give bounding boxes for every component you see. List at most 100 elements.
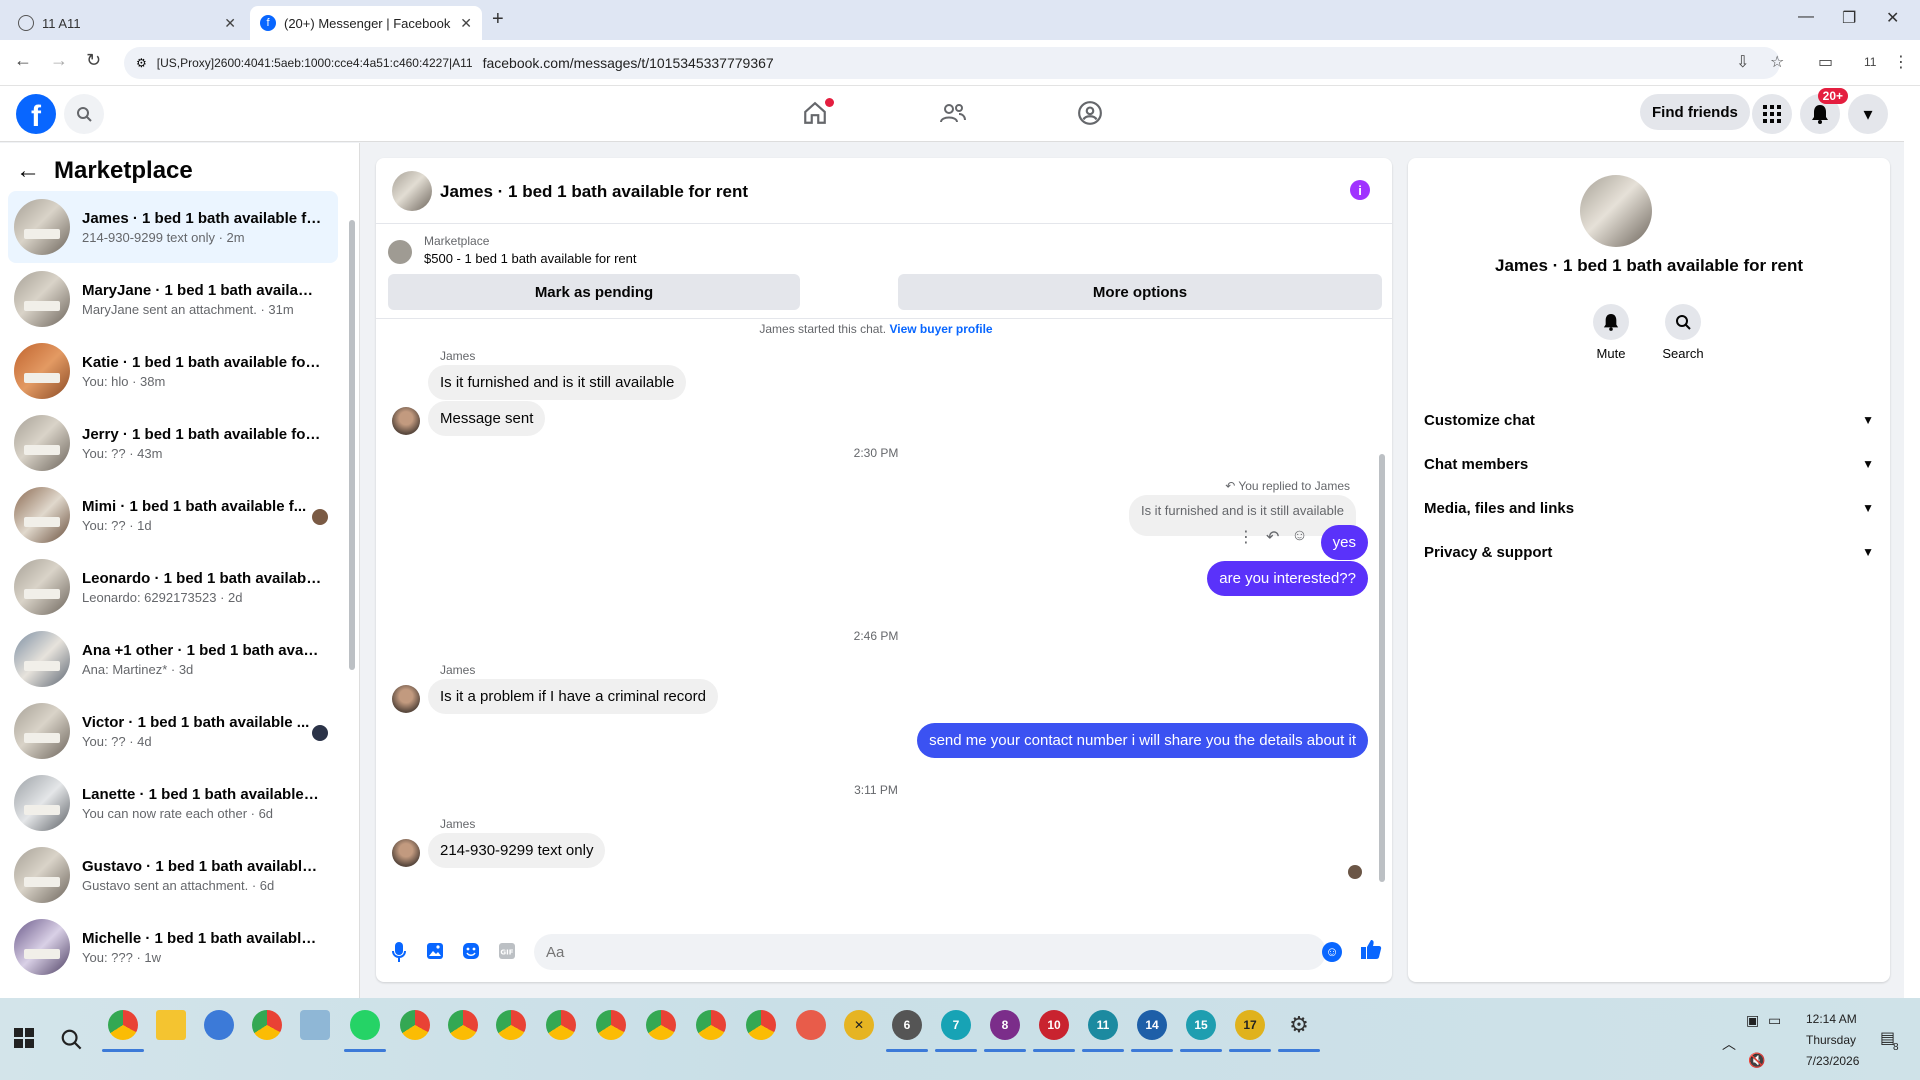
chat-scrollbar[interactable]: [1378, 324, 1386, 904]
close-tab-icon[interactable]: ✕: [460, 15, 472, 32]
app-icon[interactable]: ✕: [844, 1010, 874, 1040]
more-options-button[interactable]: More options: [898, 274, 1382, 310]
privacy-support-section[interactable]: Privacy & support ▼: [1424, 532, 1874, 572]
view-buyer-profile-link[interactable]: View buyer profile: [889, 322, 992, 336]
friends-icon[interactable]: [938, 100, 968, 128]
message-input[interactable]: [534, 934, 1326, 970]
media-files-links-section[interactable]: Media, files and links ▼: [1424, 488, 1874, 528]
file-explorer-icon[interactable]: [156, 1010, 186, 1040]
forward-icon[interactable]: →: [50, 50, 68, 71]
conversation-item[interactable]: MaryJane · 1 bed 1 bath availabl... MaryJ…: [8, 263, 338, 335]
sidebar-scrollbar[interactable]: [348, 198, 356, 958]
new-tab-icon[interactable]: +: [492, 8, 504, 31]
chrome-icon[interactable]: [596, 1010, 626, 1040]
react-emoji-icon[interactable]: ☺: [1291, 527, 1307, 547]
conversation-item[interactable]: Leonardo · 1 bed 1 bath availabl... Leona…: [8, 551, 338, 623]
microphone-icon[interactable]: [388, 942, 410, 964]
scrollbar-thumb[interactable]: [349, 220, 355, 670]
conversation-item[interactable]: Katie · 1 bed 1 bath available for ... Yo…: [8, 335, 338, 407]
tab-search-icon[interactable]: ▭: [1818, 52, 1833, 72]
facebook-logo-icon[interactable]: f: [16, 94, 56, 134]
menu-grid-icon[interactable]: [1752, 94, 1792, 134]
avatar[interactable]: [392, 171, 432, 211]
browser-tab-1[interactable]: 11 A11 ✕: [8, 6, 246, 40]
app-icon[interactable]: [300, 1010, 330, 1040]
conversation-item[interactable]: Jerry · 1 bed 1 bath available for ... Yo…: [8, 407, 338, 479]
network-icon[interactable]: ▭: [1768, 1012, 1781, 1029]
chrome-profile-15-icon[interactable]: 15: [1180, 1010, 1222, 1052]
chrome-icon[interactable]: [252, 1010, 282, 1040]
message-bubble[interactable]: Message sent: [428, 401, 546, 436]
windows-start-icon[interactable]: [14, 1028, 34, 1054]
browser-tab-2[interactable]: f (20+) Messenger | Facebook ✕: [250, 6, 482, 40]
thumbs-up-icon[interactable]: [1360, 938, 1382, 966]
chrome-icon[interactable]: [696, 1010, 726, 1040]
reply-icon[interactable]: ↶: [1266, 527, 1279, 547]
sticker-icon[interactable]: [460, 942, 482, 964]
minimize-icon[interactable]: —: [1798, 8, 1814, 26]
reload-icon[interactable]: ↻: [86, 50, 101, 71]
chrome-profile-11-icon[interactable]: 11: [1082, 1010, 1124, 1052]
conversation-item[interactable]: Ana +1 other · 1 bed 1 bath avail... Ana:…: [8, 623, 338, 695]
restore-icon[interactable]: ❐: [1842, 8, 1856, 28]
mute-button[interactable]: Mute: [1576, 304, 1646, 361]
chrome-icon[interactable]: [646, 1010, 676, 1040]
speaker-muted-icon[interactable]: 🔇: [1748, 1052, 1765, 1069]
groups-icon[interactable]: [1075, 100, 1105, 128]
my-message-bubble[interactable]: send me your contact number i will share…: [917, 723, 1368, 758]
settings-gear-icon[interactable]: ⚙: [1278, 1010, 1320, 1052]
my-message-bubble[interactable]: yes: [1320, 525, 1368, 560]
chrome-profile-7-icon[interactable]: 7: [935, 1010, 977, 1052]
chat-title[interactable]: James · 1 bed 1 bath available for rent: [440, 182, 748, 202]
conversation-item[interactable]: Victor · 1 bed 1 bath available ... You: …: [8, 695, 338, 767]
page-scrollbar[interactable]: [1904, 86, 1920, 998]
chrome-profile-17-icon[interactable]: 17: [1229, 1010, 1271, 1052]
notifications-bell-icon[interactable]: 20+: [1800, 88, 1848, 134]
search-icon[interactable]: [64, 94, 104, 134]
meet-now-icon[interactable]: ▣: [1746, 1012, 1759, 1029]
conversation-item[interactable]: Gustavo · 1 bed 1 bath available ... Gust…: [8, 839, 338, 911]
info-icon[interactable]: i: [1350, 180, 1370, 200]
chrome-profile-6-icon[interactable]: 6: [886, 1010, 928, 1052]
photo-icon[interactable]: [424, 942, 446, 964]
back-arrow-icon[interactable]: ←: [16, 157, 40, 185]
bookmark-star-icon[interactable]: ☆: [1770, 52, 1784, 72]
emoji-icon[interactable]: ☺: [1322, 942, 1342, 962]
search-conversation-button[interactable]: Search: [1648, 304, 1718, 361]
whatsapp-icon[interactable]: [344, 1010, 386, 1052]
account-menu-icon[interactable]: ▾: [1848, 94, 1888, 134]
clock-time[interactable]: 12:14 AM: [1806, 1012, 1857, 1026]
chrome-icon[interactable]: [400, 1010, 430, 1040]
close-tab-icon[interactable]: ✕: [224, 15, 236, 32]
close-window-icon[interactable]: ✕: [1886, 8, 1899, 28]
chrome-icon[interactable]: [746, 1010, 776, 1040]
customize-chat-section[interactable]: Customize chat ▼: [1424, 400, 1874, 440]
profile-count[interactable]: 11: [1864, 55, 1876, 69]
chrome-icon[interactable]: [496, 1010, 526, 1040]
chrome-profile-14-icon[interactable]: 14: [1131, 1010, 1173, 1052]
my-message-bubble[interactable]: are you interested??: [1207, 561, 1368, 596]
chrome-icon[interactable]: [448, 1010, 478, 1040]
app-icon[interactable]: [204, 1010, 234, 1040]
app-icon[interactable]: [796, 1010, 826, 1040]
search-icon[interactable]: [60, 1028, 82, 1056]
message-bubble[interactable]: Is it a problem if I have a criminal rec…: [428, 679, 718, 714]
conversation-item[interactable]: James · 1 bed 1 bath available fo... 214-…: [8, 191, 338, 263]
install-app-icon[interactable]: ⇩: [1736, 52, 1749, 72]
find-friends-button[interactable]: Find friends: [1640, 94, 1750, 130]
home-icon[interactable]: [800, 98, 834, 128]
chrome-profile-8-icon[interactable]: 8: [984, 1010, 1026, 1052]
scrollbar-thumb[interactable]: [1379, 454, 1385, 882]
message-bubble[interactable]: 214-930-9299 text only: [428, 833, 606, 868]
conversation-item[interactable]: Mimi · 1 bed 1 bath available f... You: ?…: [8, 479, 338, 551]
chrome-icon[interactable]: [102, 1010, 144, 1052]
gif-icon[interactable]: GIF: [496, 942, 518, 964]
chrome-profile-10-icon[interactable]: 10: [1033, 1010, 1075, 1052]
show-hidden-icons-icon[interactable]: ︿: [1722, 1034, 1736, 1054]
chrome-icon[interactable]: [546, 1010, 576, 1040]
listing-row[interactable]: Marketplace $500 - 1 bed 1 bath availabl…: [388, 232, 1378, 272]
site-settings-icon[interactable]: ⚙: [136, 56, 147, 70]
mark-as-pending-button[interactable]: Mark as pending: [388, 274, 800, 310]
message-bubble[interactable]: Is it furnished and is it still availabl…: [428, 365, 687, 400]
menu-kebab-icon[interactable]: ⋮: [1893, 52, 1909, 72]
